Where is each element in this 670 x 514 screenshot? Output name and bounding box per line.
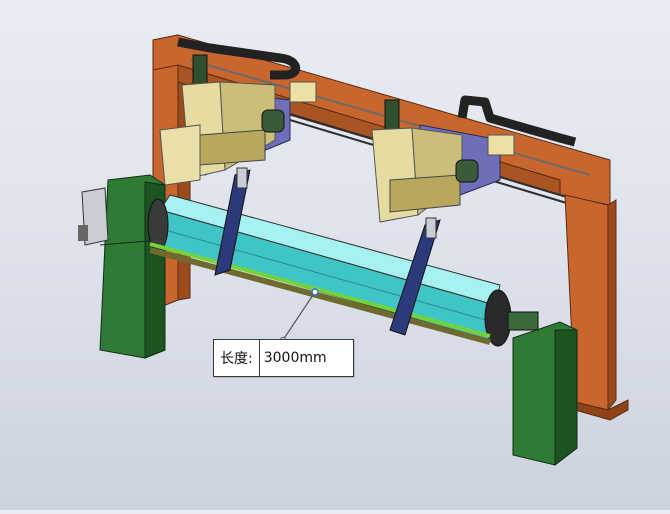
cad-viewport[interactable] [0, 0, 670, 510]
length-measurement-callout[interactable]: 长度: 3000mm [213, 339, 354, 377]
workpiece-tube[interactable] [147, 194, 539, 347]
right-support-column[interactable] [512, 321, 578, 467]
assembly-model[interactable] [0, 0, 670, 510]
right-motor [384, 99, 400, 131]
left-motor [192, 54, 208, 86]
measure-point-icon [311, 288, 319, 296]
length-label: 长度: [214, 340, 260, 376]
left-support-column[interactable] [78, 174, 166, 359]
length-value: 3000mm [263, 350, 327, 366]
